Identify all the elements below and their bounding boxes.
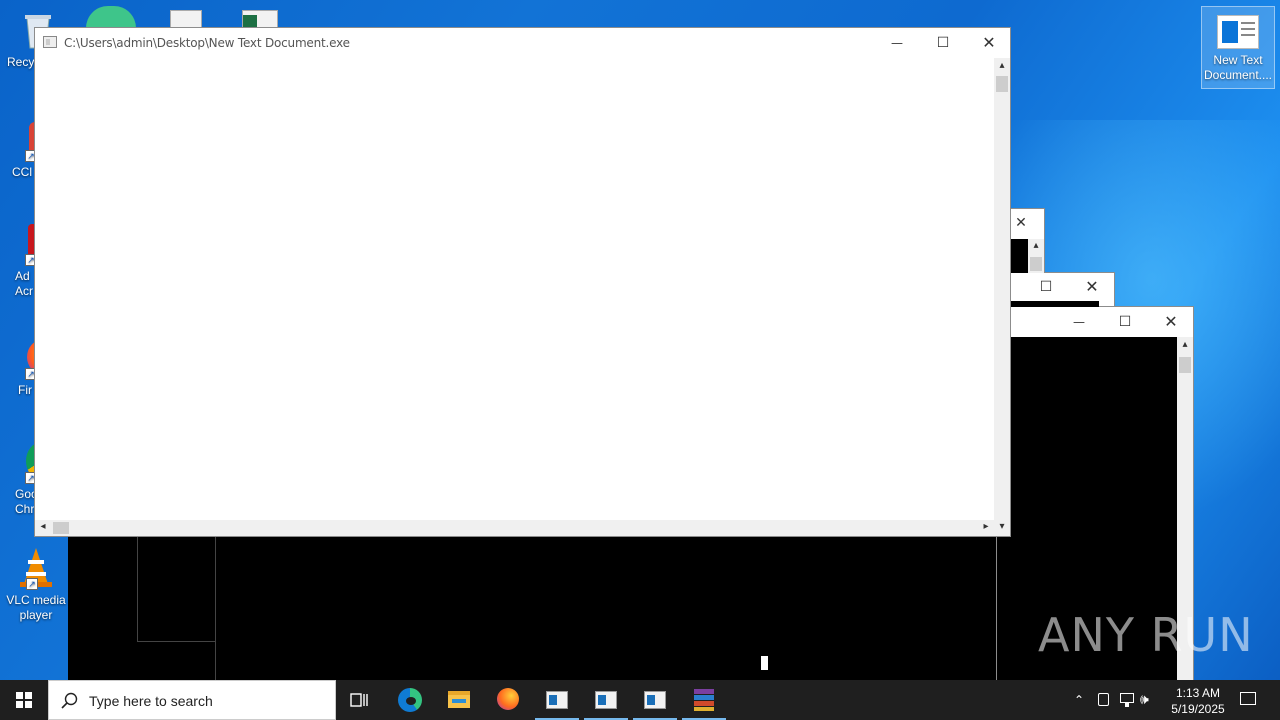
scroll-left-arrow-icon[interactable]: ◂ <box>35 521 51 532</box>
tray-device-icon[interactable] <box>1094 680 1112 720</box>
console-window-icon <box>546 691 568 709</box>
notification-button[interactable] <box>1234 680 1264 720</box>
scroll-up-arrow-icon[interactable]: ▴ <box>1028 240 1044 251</box>
taskbar-edge[interactable] <box>386 680 434 720</box>
main-window-content[interactable] <box>35 58 994 520</box>
close-button[interactable]: ✕ <box>1069 273 1115 301</box>
search-placeholder: Type here to search <box>89 693 213 709</box>
winrar-icon <box>694 689 714 711</box>
console-frame-line-2 <box>215 536 216 680</box>
scrollbar-corner: ▾ <box>994 520 1010 536</box>
taskbar-file-explorer[interactable] <box>435 680 483 720</box>
exe-window-icon <box>1217 15 1259 49</box>
taskbar-console-1[interactable] <box>533 680 581 720</box>
console-window-2-content <box>997 301 1099 307</box>
maximize-button[interactable]: ☐ <box>920 28 966 58</box>
console-window-icon <box>595 691 617 709</box>
scroll-thumb[interactable] <box>1179 357 1191 373</box>
close-button[interactable]: ✕ <box>966 28 1012 58</box>
start-button[interactable] <box>0 680 48 720</box>
scroll-thumb[interactable] <box>1030 257 1042 271</box>
edge-desktop-icon[interactable] <box>86 6 136 28</box>
console-window-2[interactable]: ☐ ✕ <box>996 272 1115 307</box>
console-app-icon <box>43 36 57 48</box>
tray-chevron-icon[interactable]: ⌃ <box>1068 680 1090 720</box>
clock[interactable]: 1:13 AM 5/19/2025 <box>1162 685 1234 717</box>
taskbar-winrar[interactable] <box>680 680 728 720</box>
scroll-up-arrow-icon[interactable]: ▴ <box>994 60 1010 71</box>
taskbar-firefox[interactable] <box>484 680 532 720</box>
desktop-icon-label-line1: New Text <box>1213 53 1263 67</box>
task-view-icon <box>350 693 368 707</box>
vertical-scrollbar[interactable]: ▴ <box>1028 239 1044 273</box>
desktop-icon-new-text-document[interactable]: New Text Document.... <box>1201 6 1275 89</box>
minimize-button[interactable]: — <box>874 28 920 58</box>
taskbar-search-box[interactable]: Type here to search <box>48 680 336 720</box>
maximize-button[interactable]: ☐ <box>1023 273 1069 301</box>
clock-time: 1:13 AM <box>1175 686 1221 700</box>
main-window-titlebar[interactable]: C:\Users\admin\Desktop\New Text Document… <box>35 28 1010 58</box>
task-view-button[interactable] <box>336 680 384 720</box>
scroll-right-arrow-icon[interactable]: ▸ <box>978 521 994 532</box>
desktop-icon-label: VLC media player <box>6 593 66 622</box>
taskbar: Type here to search ⌃ 🕪 1:13 AM 5/19/202… <box>0 680 1280 720</box>
shortcut-arrow-icon: ↗ <box>26 578 38 590</box>
excel-desktop-icon[interactable] <box>242 10 278 29</box>
minimize-button[interactable]: — <box>1056 307 1102 337</box>
vertical-scrollbar[interactable]: ▴ <box>994 58 1010 520</box>
vlc-icon: ↗ <box>14 546 58 590</box>
scroll-down-arrow-icon[interactable]: ▾ <box>994 521 1010 532</box>
console-window-3-titlebar[interactable]: — ☐ ✕ <box>997 307 1193 337</box>
clock-date: 5/19/2025 <box>1171 702 1225 716</box>
scroll-thumb[interactable] <box>996 76 1008 92</box>
desktop-icon-label-line2: Document.... <box>1203 68 1273 82</box>
scroll-up-arrow-icon[interactable]: ▴ <box>1177 339 1193 350</box>
console-cursor <box>761 656 768 670</box>
console-frame-line <box>137 536 216 642</box>
notification-icon <box>1240 692 1256 705</box>
maximize-button[interactable]: ☐ <box>1102 307 1148 337</box>
console-window-icon <box>644 691 666 709</box>
document-desktop-icon[interactable] <box>170 10 202 28</box>
horizontal-scrollbar[interactable]: ◂ ▸ <box>35 520 994 536</box>
windows-logo-icon <box>16 692 32 708</box>
network-icon[interactable] <box>1116 680 1138 720</box>
anyrun-watermark: ANY RUN <box>1038 608 1254 662</box>
main-window[interactable]: C:\Users\admin\Desktop\New Text Document… <box>34 27 1011 537</box>
search-icon <box>61 692 78 709</box>
volume-icon[interactable]: 🕪 <box>1140 680 1160 720</box>
close-button[interactable]: ✕ <box>1148 307 1194 337</box>
scroll-thumb[interactable] <box>53 522 69 534</box>
taskbar-console-3[interactable] <box>631 680 679 720</box>
window-title: C:\Users\admin\Desktop\New Text Document… <box>64 36 350 50</box>
firefox-icon <box>497 688 519 710</box>
taskbar-console-2[interactable] <box>582 680 630 720</box>
desktop-icon-vlc[interactable]: ↗ VLC media player <box>1 546 71 623</box>
